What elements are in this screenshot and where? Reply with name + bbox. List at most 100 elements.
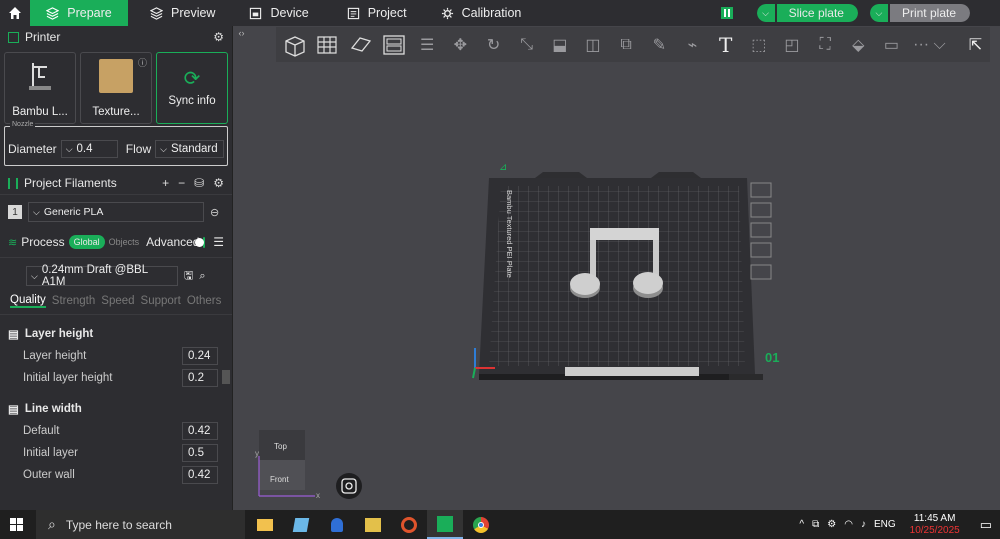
language-indicator[interactable]: ENG — [874, 519, 896, 530]
setting-input[interactable]: 0.42 — [182, 466, 218, 484]
gear-icon[interactable]: ⚙ — [213, 176, 224, 190]
setting-input[interactable]: 0.5 — [182, 444, 218, 462]
filament-select[interactable]: ⌵ Generic PLA — [28, 202, 204, 222]
plate-settings-icon[interactable] — [750, 202, 772, 218]
diameter-select[interactable]: ⌵ 0.4 — [60, 140, 118, 158]
measure-icon[interactable]: ⬚ — [744, 30, 773, 60]
arrange-icon[interactable] — [379, 30, 408, 60]
notification-icon[interactable]: ▭ — [980, 517, 992, 533]
chrome-icon[interactable] — [463, 510, 499, 539]
flow-select[interactable]: ⌵ Standard — [155, 140, 224, 158]
settings-tray-icon[interactable]: ⚙ — [827, 519, 836, 530]
info-icon[interactable]: ⓘ — [138, 56, 147, 69]
fit-view-button[interactable] — [336, 473, 362, 499]
viewport-3d[interactable]: Bambu Textured PEI Plate 01 ⊿ Top Front … — [249, 62, 1000, 510]
setting-row: Default 0.42 — [0, 420, 232, 442]
move-icon[interactable]: ✥ — [446, 30, 475, 60]
gear-icon[interactable]: ⚙ — [213, 30, 224, 44]
scale-icon[interactable]: ⤡ — [512, 30, 541, 60]
slice-plate-button[interactable]: ⌵ Slice plate — [756, 4, 858, 22]
add-plate-icon[interactable] — [313, 30, 342, 60]
slicer-app-icon[interactable] — [355, 510, 391, 539]
search-icon[interactable]: ⌕ — [199, 270, 205, 283]
advanced-toggle[interactable] — [196, 236, 206, 248]
save-icon[interactable]: 🖫 — [184, 267, 193, 286]
objects-tab[interactable]: Objects — [109, 237, 140, 247]
file-explorer-icon[interactable] — [247, 510, 283, 539]
print-plate-button[interactable]: ⌵ Print plate — [869, 4, 970, 22]
support-paint-icon[interactable]: ✎ — [645, 30, 674, 60]
home-button[interactable] — [0, 0, 30, 26]
tab-device[interactable]: Device — [229, 0, 322, 26]
wifi-icon[interactable]: ◠ — [844, 519, 853, 530]
text-icon[interactable]: T — [711, 30, 740, 60]
orient-icon[interactable] — [346, 30, 375, 60]
tab-support[interactable]: Support — [141, 295, 181, 307]
plate-view-icon[interactable] — [750, 264, 772, 280]
chevron-up-icon[interactable]: ^ — [799, 519, 804, 530]
start-button[interactable] — [10, 518, 23, 531]
split-icon[interactable]: ☰ — [413, 30, 442, 60]
list-icon[interactable]: ☰ — [213, 235, 224, 249]
tab-strength[interactable]: Strength — [52, 295, 95, 307]
variable-layer-icon[interactable]: ▭ — [877, 30, 906, 60]
filament-row[interactable]: 1 ⌵ Generic PLA ⊖ — [0, 199, 232, 225]
tab-others[interactable]: Others — [187, 295, 222, 307]
tab-preview[interactable]: Preview — [128, 0, 229, 26]
settings-scrollbar[interactable] — [221, 342, 231, 520]
clock[interactable]: 11:45 AM 10/25/2025 — [910, 513, 960, 537]
tab-label: Prepare — [67, 6, 112, 20]
view-cube[interactable]: Top Front y x — [255, 430, 320, 500]
tab-speed[interactable]: Speed — [101, 295, 134, 307]
taskbar-search[interactable]: ⌕ Type here to search — [36, 510, 245, 539]
rotate-icon[interactable]: ↻ — [479, 30, 508, 60]
global-badge[interactable]: Global — [68, 235, 105, 249]
cube-layers-icon — [46, 6, 60, 20]
layers-view-icon[interactable]: ⬙ — [844, 30, 873, 60]
tab-quality[interactable]: Quality — [10, 294, 46, 308]
more-icon[interactable]: ··· ⌵ — [910, 30, 949, 60]
plate-select[interactable]: ⓘ Texture... — [80, 52, 152, 124]
filament-settings-icon[interactable]: ⛁ — [194, 176, 204, 190]
explode-icon[interactable]: ⛶ — [811, 30, 840, 60]
view-cube-front[interactable]: Front — [270, 475, 289, 484]
plate-arrange-icon[interactable] — [750, 222, 772, 238]
printer-select[interactable]: Bambu L... — [4, 52, 76, 124]
tab-label: Project — [367, 6, 407, 20]
tab-calibration[interactable]: Calibration — [421, 0, 536, 26]
bambu-studio-icon[interactable] — [427, 510, 463, 539]
split-view-icon[interactable]: ⇱ — [961, 30, 990, 60]
lay-on-face-icon[interactable]: ⬓ — [545, 30, 574, 60]
chevron-down-icon[interactable]: ⌵ — [756, 4, 775, 22]
volume-icon[interactable]: ♪ — [861, 519, 866, 530]
remove-filament-icon[interactable]: ⊖ — [210, 206, 219, 219]
preset-select[interactable]: ⌵ 0.24mm Draft @BBL A1M — [26, 264, 178, 288]
people-icon[interactable] — [319, 510, 355, 539]
lock-plate-icon[interactable] — [750, 242, 772, 258]
sync-info-button[interactable]: ⟳ Sync info — [156, 52, 228, 124]
close-plate-icon[interactable] — [750, 182, 772, 198]
chevron-down-icon[interactable]: ⌵ — [869, 4, 888, 22]
setting-input[interactable]: 0.2 — [182, 369, 218, 387]
assembly-icon[interactable]: ◰ — [777, 30, 806, 60]
filament-name: Generic PLA — [43, 206, 104, 218]
seam-paint-icon[interactable]: ⌁ — [678, 30, 707, 60]
mesh-boolean-icon[interactable]: ⧉ — [612, 30, 641, 60]
tab-prepare[interactable]: Prepare — [30, 0, 128, 26]
remove-icon[interactable]: − — [178, 176, 185, 190]
add-icon[interactable]: + — [162, 176, 169, 190]
device-tray-icon[interactable]: ⧉ — [812, 519, 819, 530]
multi-device-icon[interactable] — [720, 7, 733, 19]
photos-icon[interactable] — [283, 510, 319, 539]
plate-edit-icon[interactable]: ⊿ — [499, 162, 507, 173]
orca-icon[interactable] — [391, 510, 427, 539]
nozzle-legend: Nozzle — [10, 121, 36, 128]
setting-input[interactable]: 0.42 — [182, 422, 218, 440]
add-object-icon[interactable] — [280, 30, 309, 60]
tab-project[interactable]: Project — [323, 0, 421, 26]
setting-input[interactable]: 0.24 — [182, 347, 218, 365]
view-cube-top[interactable]: Top — [274, 442, 287, 451]
cut-icon[interactable]: ◫ — [578, 30, 607, 60]
preset-row: ⌵ 0.24mm Draft @BBL A1M 🖫 ⌕ — [0, 258, 232, 292]
collapse-panel-button[interactable]: ‹› — [234, 26, 249, 40]
